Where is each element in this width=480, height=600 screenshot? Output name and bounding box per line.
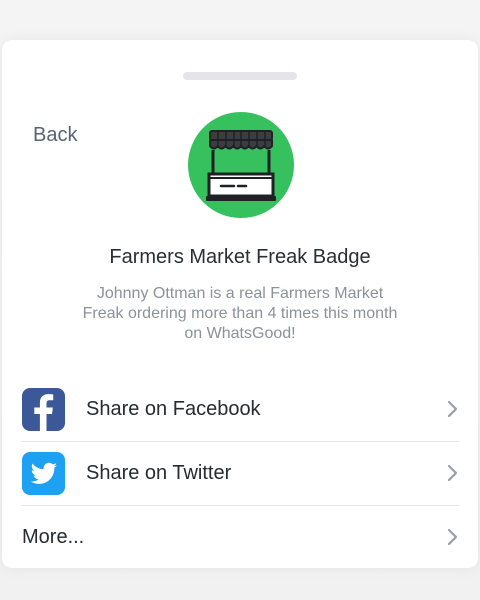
twitter-icon [22, 452, 65, 495]
drag-handle[interactable] [183, 72, 297, 80]
screen: Back Farmers Market Freak Badge Johnny O… [0, 0, 480, 600]
share-options-list: Share on Facebook Share on Twitter More.… [22, 378, 459, 569]
share-more-row[interactable]: More... [22, 506, 459, 569]
badge-image [188, 112, 294, 218]
badge-title: Farmers Market Freak Badge [109, 246, 371, 268]
back-button[interactable]: Back [33, 124, 77, 147]
chevron-right-icon [447, 464, 458, 482]
chevron-right-icon [447, 528, 458, 546]
chevron-right-icon [447, 400, 458, 418]
badge-share-sheet: Back Farmers Market Freak Badge Johnny O… [2, 40, 478, 568]
facebook-icon [22, 388, 65, 431]
share-twitter-label: Share on Twitter [86, 462, 232, 484]
market-stall-icon [206, 130, 276, 201]
share-more-label: More... [22, 526, 85, 548]
share-twitter-row[interactable]: Share on Twitter [22, 442, 459, 506]
share-facebook-label: Share on Facebook [86, 398, 261, 420]
share-facebook-row[interactable]: Share on Facebook [22, 378, 459, 442]
badge-description: Johnny Ottman is a real Farmers Market F… [82, 285, 398, 342]
